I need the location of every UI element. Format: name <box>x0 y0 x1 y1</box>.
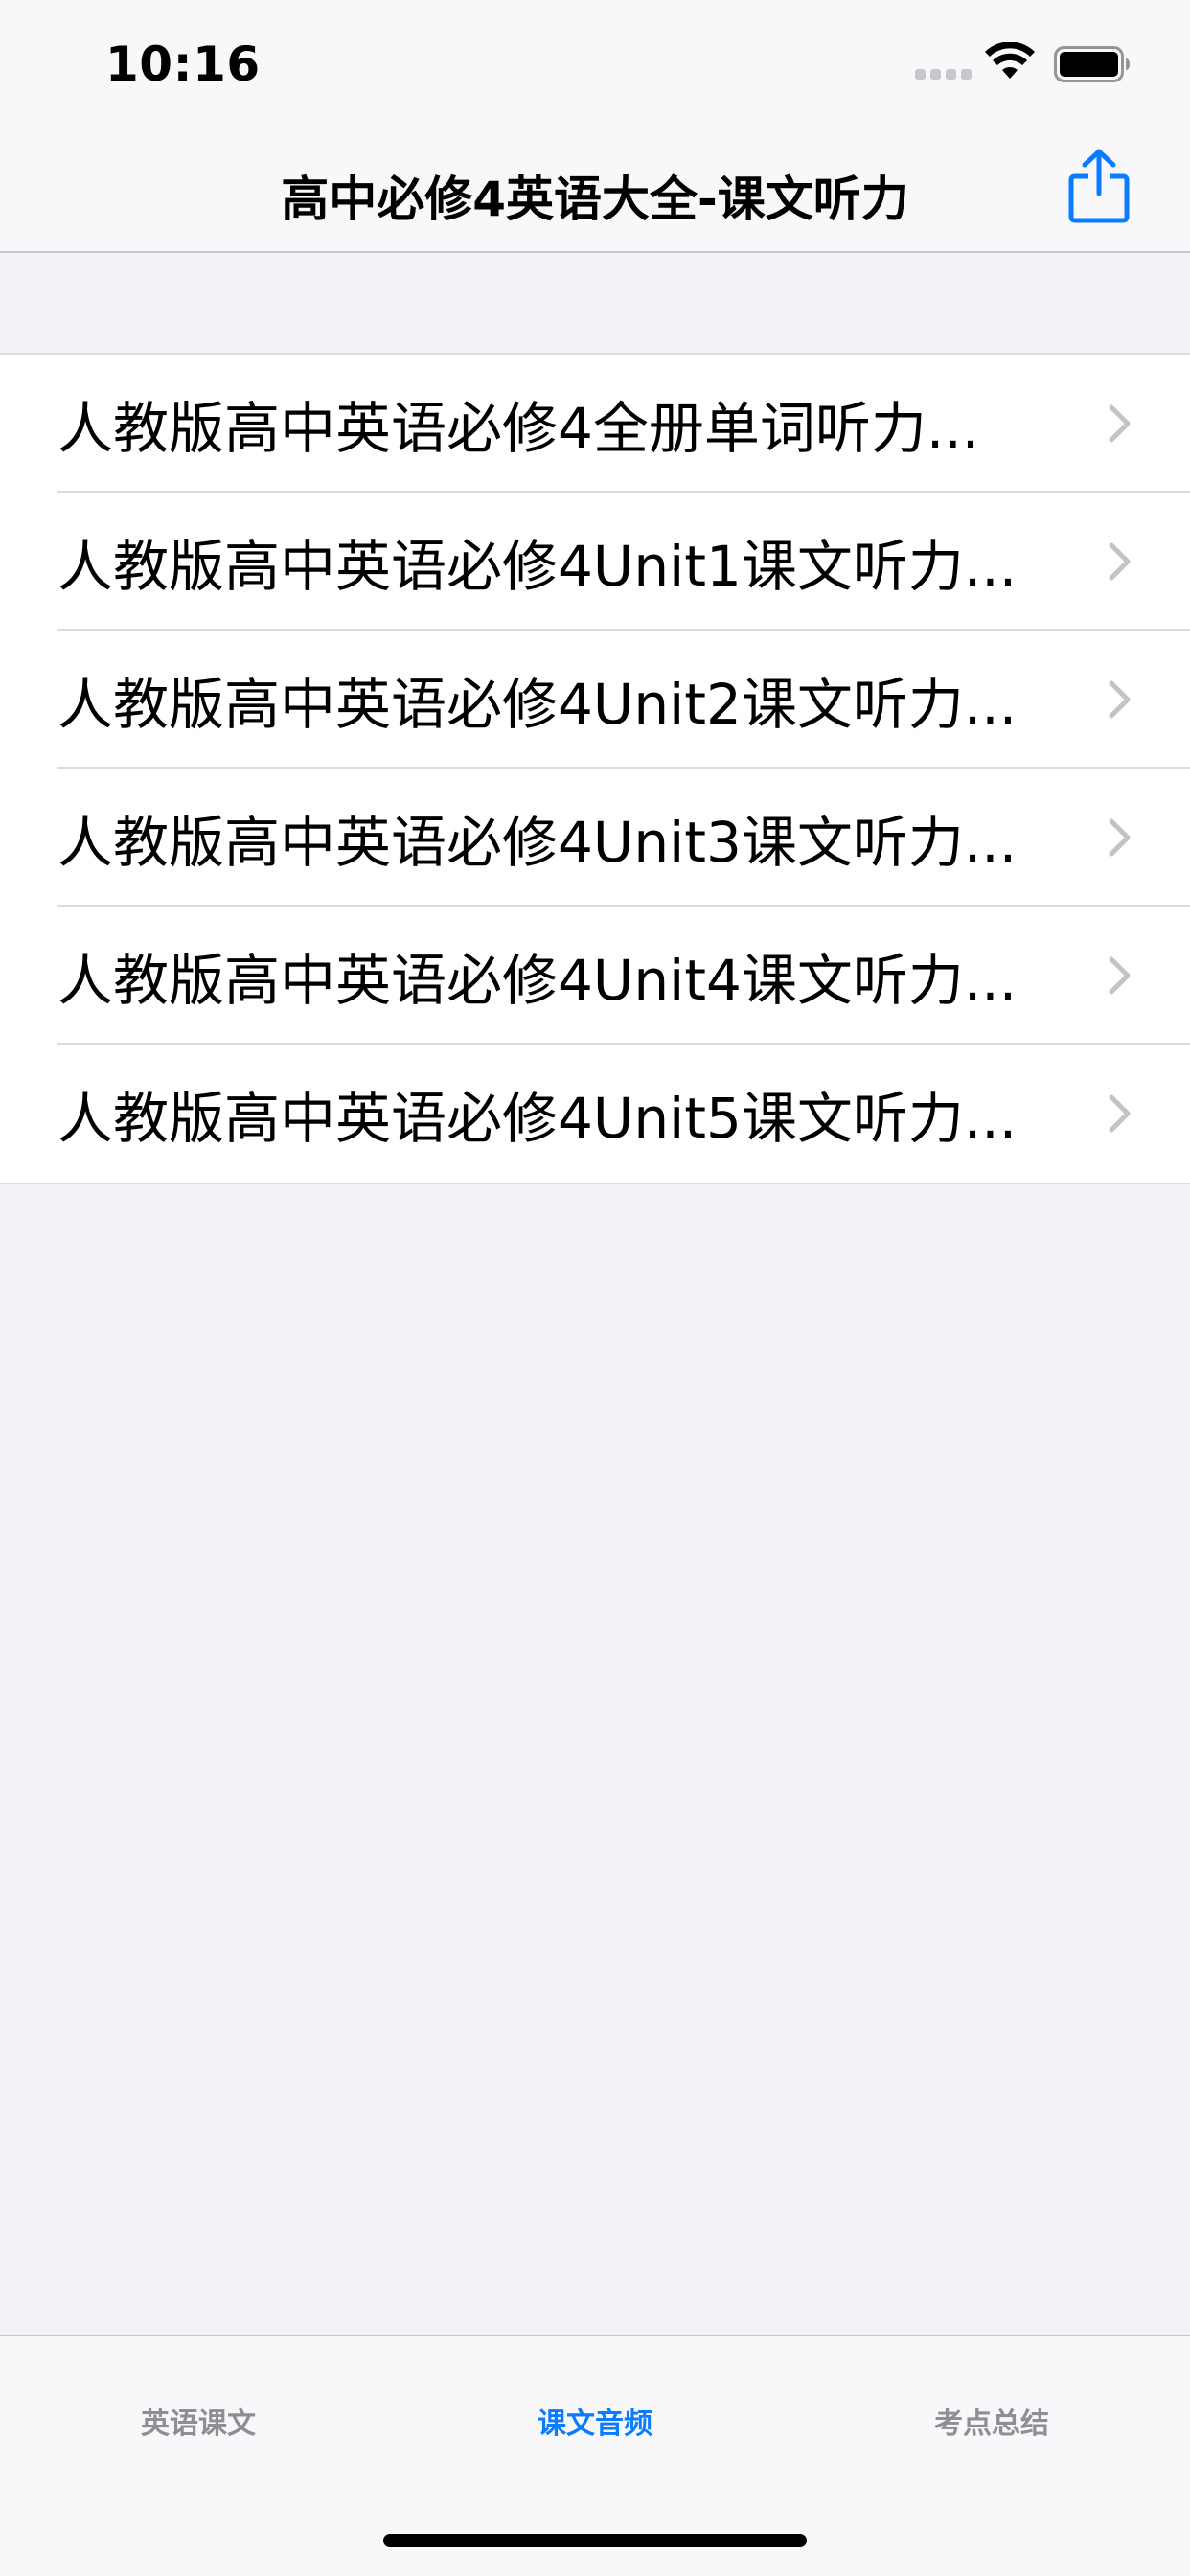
list-item[interactable]: 人教版高中英语必修4Unit2课文听力... <box>0 631 1190 769</box>
tab-label: 考点总结 <box>934 2407 1049 2441</box>
list-item[interactable]: 人教版高中英语必修4Unit1课文听力... <box>0 493 1190 631</box>
chevron-right-icon <box>1109 404 1131 443</box>
list-item[interactable]: 人教版高中英语必修4全册单词听力... <box>0 355 1190 493</box>
tab-label: 英语课文 <box>141 2407 256 2441</box>
status-time: 10:16 <box>105 36 261 92</box>
list-item-label: 人教版高中英语必修4Unit1课文听力... <box>57 534 1018 599</box>
tab-label: 课文音频 <box>538 2407 652 2441</box>
chevron-right-icon <box>1109 542 1131 581</box>
chevron-right-icon <box>1109 1094 1131 1133</box>
chevron-right-icon <box>1109 956 1131 995</box>
list-item-label: 人教版高中英语必修4Unit5课文听力... <box>57 1086 1018 1151</box>
status-bar: 10:16 <box>0 0 1190 126</box>
chevron-right-icon <box>1109 818 1131 857</box>
share-button[interactable] <box>1065 148 1133 224</box>
tab-english-texts[interactable]: 英语课文 <box>0 2336 397 2576</box>
app-screen: 10:16 高中必修4英语大全-课文听力 人教版高中英语必修4全册单词听力... <box>0 0 1190 2576</box>
navigation-bar: 高中必修4英语大全-课文听力 <box>0 126 1190 253</box>
list-item-label: 人教版高中英语必修4Unit3课文听力... <box>57 810 1018 875</box>
home-indicator[interactable] <box>383 2534 807 2547</box>
page-title: 高中必修4英语大全-课文听力 <box>281 172 909 227</box>
cellular-signal-icon <box>915 69 973 82</box>
battery-icon <box>1054 46 1130 82</box>
list-item-label: 人教版高中英语必修4Unit2课文听力... <box>57 672 1018 737</box>
list-item-label: 人教版高中英语必修4全册单词听力... <box>57 396 980 461</box>
chevron-right-icon <box>1109 680 1131 719</box>
list-item[interactable]: 人教版高中英语必修4Unit5课文听力... <box>0 1045 1190 1183</box>
list-item-label: 人教版高中英语必修4Unit4课文听力... <box>57 948 1018 1013</box>
tab-key-points[interactable]: 考点总结 <box>793 2336 1190 2576</box>
wifi-icon <box>985 42 1035 79</box>
list-item[interactable]: 人教版高中英语必修4Unit3课文听力... <box>0 769 1190 907</box>
audio-list: 人教版高中英语必修4全册单词听力... 人教版高中英语必修4Unit1课文听力.… <box>0 353 1190 1184</box>
list-item[interactable]: 人教版高中英语必修4Unit4课文听力... <box>0 907 1190 1045</box>
